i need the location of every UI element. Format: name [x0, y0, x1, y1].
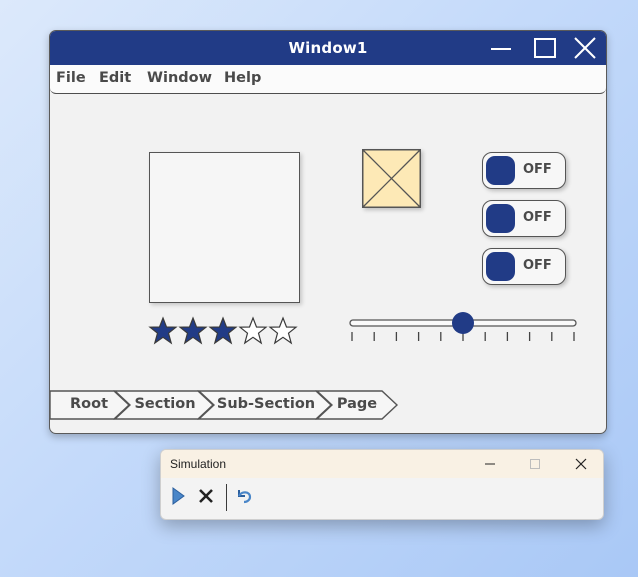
close-button[interactable] [572, 37, 598, 59]
simulation-window: Simulation [160, 449, 604, 520]
close-icon [575, 458, 587, 470]
toggle-switch-3[interactable]: OFF [482, 248, 566, 285]
toggle-switch-2[interactable]: OFF [482, 200, 566, 237]
maximize-button[interactable] [532, 37, 558, 59]
window-title: Window1 [288, 39, 368, 57]
minimize-icon [491, 48, 511, 50]
star-icon[interactable] [148, 316, 178, 346]
image-frame [149, 152, 300, 303]
maximize-icon [534, 38, 556, 58]
simulation-minimize-button[interactable] [480, 455, 500, 473]
toggle-label: OFF [523, 258, 552, 273]
minimize-icon [485, 463, 495, 465]
minimize-button[interactable] [488, 37, 514, 59]
menu-bar: File Edit Window Help [50, 65, 606, 94]
toggle-label: OFF [523, 210, 552, 225]
simulation-close-button[interactable] [571, 455, 591, 473]
slider[interactable] [348, 308, 580, 348]
star-icon[interactable] [208, 316, 238, 346]
maximize-icon [530, 459, 540, 469]
slider-thumb[interactable] [452, 312, 474, 334]
breadcrumb-root[interactable]: Root [64, 396, 114, 412]
play-button[interactable] [169, 486, 189, 506]
image-placeholder-icon [362, 149, 421, 208]
star-icon[interactable] [178, 316, 208, 346]
toggle-knob [486, 156, 515, 185]
breadcrumb-page[interactable]: Page [332, 396, 382, 412]
toggle-label: OFF [523, 162, 552, 177]
simulation-title: Simulation [170, 457, 227, 471]
toggle-switch-1[interactable]: OFF [482, 152, 566, 189]
title-bar[interactable]: Window1 [50, 31, 606, 65]
menu-help[interactable]: Help [224, 70, 261, 86]
breadcrumb: Root Section Sub-Section Page [50, 389, 408, 421]
breadcrumb-section[interactable]: Section [132, 396, 198, 412]
toggle-knob [486, 252, 515, 281]
stop-button[interactable] [196, 486, 216, 506]
play-icon [172, 487, 185, 505]
simulation-maximize-button[interactable] [525, 455, 545, 473]
star-icon[interactable] [268, 316, 298, 346]
menu-file[interactable]: File [56, 70, 86, 86]
menu-window[interactable]: Window [147, 70, 212, 86]
simulation-title-bar[interactable]: Simulation [161, 450, 603, 478]
menu-edit[interactable]: Edit [99, 70, 131, 86]
stop-icon [199, 489, 213, 503]
undo-button[interactable] [234, 486, 254, 506]
undo-icon [237, 490, 252, 504]
breadcrumb-sub-section[interactable]: Sub-Section [216, 396, 316, 412]
toolbar-separator [226, 484, 227, 511]
toggle-knob [486, 204, 515, 233]
star-icon[interactable] [238, 316, 268, 346]
close-icon [574, 37, 596, 59]
mockup-window: Window1 File Edit Window Help OFF OFF OF… [49, 30, 607, 434]
